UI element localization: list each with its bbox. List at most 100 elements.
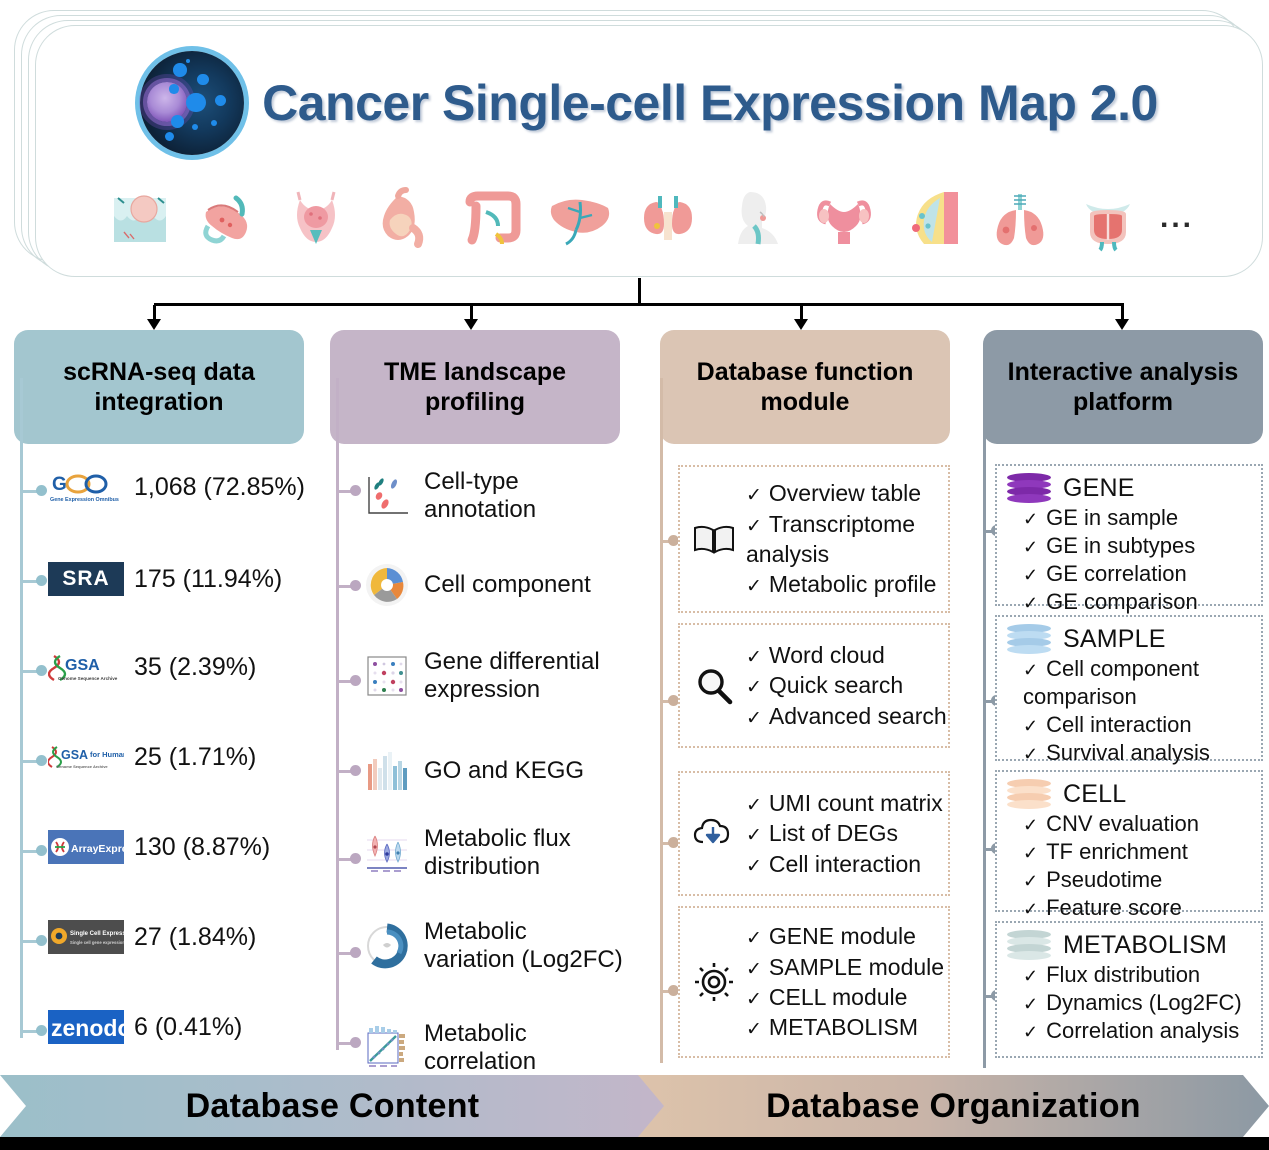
module-card-metabolism[interactable]: METABOLISM ✓ Flux distribution ✓ Dynamics …: [995, 921, 1263, 1058]
module-item[interactable]: ✓ Dynamics (Log2FC): [1023, 989, 1253, 1017]
column-platform: Interactive analysis platform GENE ✓ GE i…: [983, 330, 1263, 1068]
module-item[interactable]: ✓ Pseudotime: [1023, 866, 1253, 894]
module-item[interactable]: ✓ Feature score: [1023, 894, 1253, 922]
connector-arrow-3: [794, 319, 808, 330]
module-item[interactable]: ✓ Cell interaction: [1023, 711, 1253, 739]
spine-dbfunc: [660, 378, 663, 1063]
card-item[interactable]: ✓ METABOLISM: [746, 1012, 944, 1042]
spine-platform: [983, 378, 986, 1068]
check-icon: ✓: [746, 515, 762, 537]
database-icon: [1007, 779, 1051, 809]
card-item[interactable]: ✓ Quick search: [746, 670, 947, 700]
correlation-plot-icon: [364, 1025, 410, 1071]
check-icon: ✓: [1023, 509, 1039, 529]
list-item[interactable]: Metabolic flux distribution: [364, 825, 624, 881]
list-item[interactable]: Cell component: [364, 562, 624, 608]
organ-icon-row: ...: [35, 175, 1263, 261]
module-item[interactable]: ✓ GE comparison: [1023, 588, 1253, 616]
card-item[interactable]: ✓ Metabolic profile: [746, 569, 942, 599]
gsa-logo: GSA Genome Sequence Archive: [48, 650, 124, 684]
list-item[interactable]: Gene differential expression: [364, 648, 624, 704]
card-item[interactable]: ✓ UMI count matrix: [746, 788, 943, 818]
card-item[interactable]: ✓ Overview table: [746, 478, 942, 508]
check-icon: ✓: [746, 576, 762, 598]
banner-left-label: Database Content: [185, 1086, 480, 1125]
module-card-cell[interactable]: CELL ✓ CNV evaluation ✓ TF enrichment ✓ Pse…: [995, 770, 1263, 920]
module-item-list: ✓ CNV evaluation ✓ TF enrichment ✓ Pseudoti…: [1023, 810, 1253, 923]
module-item[interactable]: ✓ CNV evaluation: [1023, 810, 1253, 838]
module-item[interactable]: ✓ Survival analysis: [1023, 739, 1253, 767]
card-item[interactable]: ✓ Word cloud: [746, 640, 947, 670]
item-label: Metabolic flux distribution: [424, 825, 571, 880]
function-card-search[interactable]: ✓ Word cloud ✓ Quick search ✓ Advanced sear…: [678, 623, 950, 748]
list-item[interactable]: Cell-type annotation: [364, 468, 624, 524]
card-item[interactable]: ✓ Transcriptome analysis: [746, 509, 942, 570]
list-item[interactable]: ArrayExpress 130 (8.87%): [48, 830, 270, 864]
module-card-sample[interactable]: SAMPLE ✓ Cell component comparison ✓ Cell …: [995, 615, 1263, 765]
dot-6: [36, 935, 47, 946]
header-content: Cancer Single-cell Expression Map 2.0 ..…: [35, 25, 1263, 277]
module-item[interactable]: ✓ TF enrichment: [1023, 838, 1253, 866]
organ-icon-stomach: [368, 182, 440, 254]
check-icon: ✓: [746, 485, 762, 507]
check-icon: ✓: [746, 1019, 762, 1041]
list-item[interactable]: GSA for Human Genome Sequence Archive 25…: [48, 740, 256, 774]
connector-bar: [154, 303, 1124, 306]
column-header-platform: Interactive analysis platform: [983, 330, 1263, 444]
card-item[interactable]: ✓ CELL module: [746, 982, 944, 1012]
svg-text:for Human: for Human: [90, 750, 124, 759]
check-icon: ✓: [1023, 660, 1039, 680]
column-scrna: scRNA-seq data integration G Gene Expres…: [14, 330, 305, 1044]
connector-tree: [0, 278, 1269, 330]
check-icon: ✓: [1023, 843, 1039, 864]
svg-text:Genome Sequence Archive: Genome Sequence Archive: [58, 676, 118, 681]
list-item[interactable]: SRA 175 (11.94%): [48, 562, 282, 596]
list-item[interactable]: Metabolic correlation: [364, 1020, 624, 1076]
organ-icon-prostate: [1072, 182, 1144, 254]
list-item[interactable]: Single Cell Expression Atlas Single cell…: [48, 920, 256, 954]
card-item[interactable]: ✓ GENE module: [746, 921, 944, 951]
module-item[interactable]: ✓ GE correlation: [1023, 560, 1253, 588]
svg-text:zenodo: zenodo: [51, 1015, 124, 1041]
value-gsa: 35 (2.39%): [134, 652, 257, 681]
value-zenodo: 6 (0.41%): [134, 1012, 243, 1041]
check-icon: ✓: [1023, 1022, 1039, 1043]
card-item[interactable]: ✓ Cell interaction: [746, 849, 943, 879]
list-item[interactable]: GO and KEGG: [364, 748, 624, 794]
module-item[interactable]: ✓ Cell component comparison: [1023, 655, 1253, 711]
check-icon: ✓: [1023, 537, 1039, 558]
page-title: Cancer Single-cell Expression Map 2.0: [262, 75, 1158, 131]
heatmap-icon: [364, 653, 410, 699]
module-item[interactable]: ✓ Flux distribution: [1023, 961, 1253, 989]
check-icon: ✓: [1023, 871, 1039, 892]
download-cloud-icon: [688, 815, 740, 853]
card-item[interactable]: ✓ SAMPLE module: [746, 952, 944, 982]
list-item[interactable]: G Gene Expression Omnibus 1,068 (72.85%): [48, 470, 305, 504]
card-item[interactable]: ✓ List of DEGs: [746, 818, 943, 848]
footer-bar: [0, 1137, 1269, 1150]
module-card-gene[interactable]: GENE ✓ GE in sample ✓ GE in subtypes ✓ GE c…: [995, 464, 1263, 614]
module-header: METABOLISM: [1007, 930, 1253, 960]
dot-2: [36, 575, 47, 586]
column-tme: TME landscape profiling Cell-type annota…: [330, 330, 623, 1075]
connector-arrow-4: [1115, 319, 1129, 330]
module-name: SAMPLE: [1063, 624, 1166, 653]
module-item[interactable]: ✓ Correlation analysis: [1023, 1017, 1253, 1045]
title-row: Cancer Single-cell Expression Map 2.0: [35, 47, 1263, 159]
database-icon: [1007, 624, 1051, 654]
database-icon: [1007, 930, 1051, 960]
list-item[interactable]: GSA Genome Sequence Archive 35 (2.39%): [48, 650, 256, 684]
organ-icon-pancreas: [192, 182, 264, 254]
function-card-download[interactable]: ✓ UMI count matrix ✓ List of DEGs ✓ Cell in…: [678, 771, 950, 896]
connector-stem: [638, 278, 641, 304]
function-card-modules[interactable]: ✓ GENE module ✓ SAMPLE module ✓ CELL module…: [678, 906, 950, 1058]
dot-4: [350, 765, 361, 776]
module-item[interactable]: ✓ GE in sample: [1023, 504, 1253, 532]
list-item[interactable]: zenodo 6 (0.41%): [48, 1010, 242, 1044]
list-item[interactable]: Metabolic variation (Log2FC): [364, 918, 624, 974]
module-item[interactable]: ✓ GE in subtypes: [1023, 532, 1253, 560]
organ-icon-breast: [896, 182, 968, 254]
organ-icon-skin: [104, 182, 176, 254]
card-item[interactable]: ✓ Advanced search: [746, 701, 947, 731]
function-card-browse[interactable]: ✓ Overview table ✓ Transcriptome analysis …: [678, 465, 950, 613]
